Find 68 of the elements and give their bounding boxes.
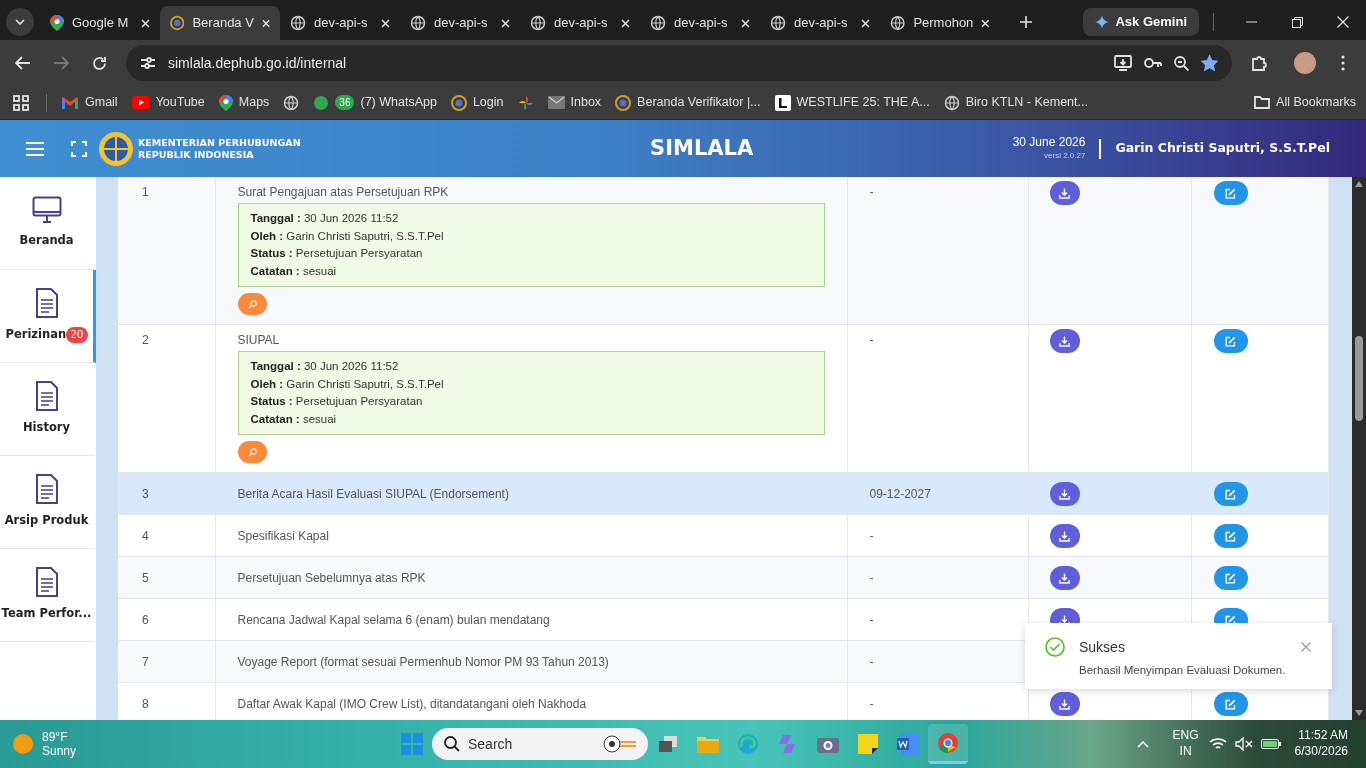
search-field[interactable]: Search	[432, 728, 648, 760]
language-indicator[interactable]: ENG	[1172, 728, 1199, 744]
expiry-date: -	[869, 333, 874, 347]
weather-condition: Sunny	[42, 744, 77, 759]
version-label: versi 2.0.27	[1043, 149, 1086, 162]
address-bar[interactable]: simlala.dephub.go.id/internal	[126, 45, 1232, 81]
expiry-date: -	[869, 571, 874, 585]
browser-tab[interactable]: Beranda V	[160, 6, 280, 40]
clock-time[interactable]: 11:52 AM	[1294, 728, 1348, 744]
evaluation-line: Tanggal : 30 Jun 2026 11:52	[250, 211, 400, 226]
bookmark[interactable]: YouTube	[131, 93, 205, 112]
toast-title: Sukses	[1079, 638, 1126, 657]
document-name: Spesifikasi Kapal	[237, 529, 329, 543]
clock-date[interactable]: 6/30/2026	[1294, 744, 1348, 760]
row-number: 7	[142, 655, 149, 669]
row-number: 4	[142, 529, 149, 543]
evaluation-line: Oleh : Garin Christi Saputri, S.S.T.Pel	[250, 376, 445, 392]
evaluation-line: Tanggal : 30 Jun 2026 11:52	[250, 359, 400, 374]
expiry-date: 09-12-2027	[869, 487, 931, 501]
bookmark[interactable]: Beranda Verifikator |...	[615, 93, 761, 112]
app-title: SIMLALA	[650, 135, 754, 160]
document-name: SIUPAL	[237, 333, 280, 347]
row-number: 1	[142, 185, 149, 199]
toast-message: Berhasil Menyimpan Evaluasi Dokumen.	[1079, 663, 1286, 678]
all-bookmarks-button[interactable]: All Bookmarks	[1254, 93, 1356, 112]
region-indicator[interactable]: IN	[1172, 744, 1199, 760]
row-number: 5	[142, 571, 149, 585]
expiry-date: -	[869, 655, 874, 669]
document-name: Berita Acara Hasil Evaluasi SIUPAL (Endorsement)	[237, 487, 509, 501]
row-number: 6	[142, 613, 149, 627]
evaluation-line: Catatan : sesuai	[250, 411, 338, 427]
temperature: 89°F	[42, 729, 69, 744]
bookmark[interactable]: 36 (7) WhatsApp	[313, 93, 437, 112]
evaluation-line: Oleh : Garin Christi Saputri, S.S.T.Pel	[250, 228, 445, 244]
bookmark[interactable]: Maps	[218, 93, 270, 112]
browser-tab[interactable]: dev-api-s	[760, 6, 880, 40]
expiry-date: -	[869, 697, 874, 711]
browser-tab[interactable]: dev-api-s	[520, 6, 640, 40]
document-name: Daftar Awak Kapal (IMO Crew List), ditandatangani oleh Nakhoda	[237, 697, 587, 711]
document-name: Voyage Report (format sesuai Permenhub Nomor PM 93 Tahun 2013)	[237, 655, 609, 669]
header-date: 30 June 2026	[1012, 135, 1086, 150]
bookmark[interactable]: Login	[450, 93, 504, 112]
user-name[interactable]: Garin Christi Saputri, S.S.T.Pel	[1115, 139, 1330, 158]
row-number: 8	[142, 697, 149, 711]
browser-tab[interactable]: dev-api-s	[280, 6, 400, 40]
bookmark[interactable]: Biro KTLN - Kement...	[943, 93, 1088, 112]
evaluation-line: Status : Persetujuan Persyaratan	[250, 246, 424, 261]
expiry-date: -	[869, 185, 874, 199]
browser-tab[interactable]: dev-api-s	[640, 6, 760, 40]
evaluation-line: Status : Persetujuan Persyaratan	[250, 394, 424, 409]
bookmark[interactable]: Gmail	[61, 93, 118, 112]
document-name: Persetujuan Sebelumnya atas RPK	[237, 571, 426, 585]
evaluation-line: Catatan : sesuai	[250, 263, 338, 279]
bookmark[interactable]: Inbox	[547, 93, 602, 112]
row-number: 3	[142, 487, 149, 501]
bookmark[interactable]: WESTLIFE 25: THE A...	[774, 93, 930, 112]
count-badge: 20	[66, 327, 88, 343]
expiry-date: -	[869, 613, 874, 627]
expiry-date: -	[869, 529, 874, 543]
document-name: Rencana Jadwal Kapal selama 6 (enam) bulan mendatang	[237, 613, 550, 627]
ask-gemini-button[interactable]: Ask Gemini	[1083, 8, 1199, 36]
organization-name: REPUBLIK INDONESIA	[138, 148, 255, 160]
browser-tab[interactable]: Permohon	[880, 6, 1000, 40]
organization-name: KEMENTERIAN PERHUBUNGAN	[138, 137, 301, 149]
row-number: 2	[142, 333, 149, 347]
browser-tab[interactable]: Google M	[40, 6, 160, 40]
browser-tab[interactable]: dev-api-s	[400, 6, 520, 40]
document-name: Surat Pengajuan atas Persetujuan RPK	[237, 185, 449, 199]
